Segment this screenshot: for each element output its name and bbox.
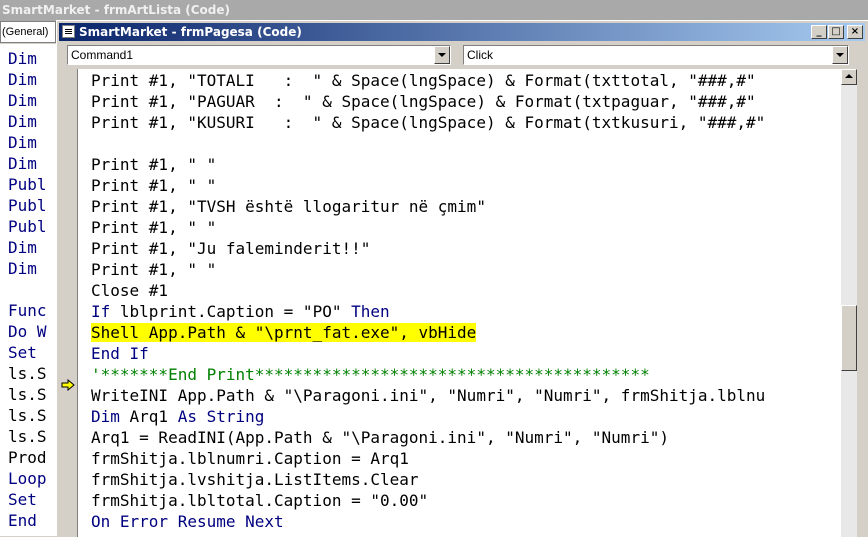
background-code-line: Dim bbox=[8, 70, 37, 89]
background-code-line: Do W bbox=[8, 322, 47, 341]
code-line[interactable]: Print #1, " " bbox=[91, 154, 216, 175]
background-code-line: ls.S bbox=[8, 427, 47, 446]
execution-arrow-icon bbox=[61, 379, 75, 391]
background-code-line: Prod bbox=[8, 448, 47, 467]
procedure-combo[interactable]: Click bbox=[463, 45, 849, 65]
code-text: Print #1, " " bbox=[91, 155, 217, 174]
code-line[interactable]: If lblprint.Caption = "PO" Then bbox=[91, 301, 390, 322]
code-line[interactable]: On Error Resume Next bbox=[91, 511, 284, 532]
code-text: Print #1, " " bbox=[91, 260, 217, 279]
scrollbar-thumb[interactable] bbox=[841, 305, 857, 371]
window-title: SmartMarket - frmPagesa (Code) bbox=[79, 25, 302, 39]
background-code-line: Loop bbox=[8, 469, 47, 488]
minimize-button[interactable]: _ bbox=[811, 25, 827, 39]
background-code-line: Func bbox=[8, 301, 47, 320]
code-text: frmShitja.lvshitja.ListItems.Clear bbox=[91, 470, 419, 489]
code-text: frmShitja.lbltotal.Caption = "0.00" bbox=[91, 491, 429, 510]
vertical-scrollbar[interactable] bbox=[841, 69, 857, 537]
code-text: lblprint.Caption = "PO" bbox=[119, 302, 352, 321]
code-line[interactable]: frmShitja.lvshitja.ListItems.Clear bbox=[91, 469, 419, 490]
code-line[interactable]: Print #1, " " bbox=[91, 259, 216, 280]
code-text: frmShitja.lblnumri.Caption = Arq1 bbox=[91, 449, 409, 468]
background-code-line: ls.S bbox=[8, 385, 47, 404]
code-text: Close #1 bbox=[91, 281, 169, 300]
code-text: Print #1, "TVSH është llogaritur në çmim… bbox=[91, 197, 486, 216]
chevron-down-icon[interactable] bbox=[832, 46, 848, 64]
background-code-line: Set bbox=[8, 343, 37, 362]
window-border bbox=[857, 69, 868, 537]
code-line[interactable]: Print #1, " " bbox=[91, 175, 216, 196]
code-line[interactable]: Print #1, "Ju faleminderit!!" bbox=[91, 238, 370, 259]
code-text: Arq1 = ReadINI(App.Path & "\Paragoni.ini… bbox=[91, 428, 669, 447]
background-code-line: Dim bbox=[8, 238, 37, 257]
code-text: Arq1 bbox=[129, 407, 178, 426]
margin-indicator-bar[interactable] bbox=[57, 69, 78, 537]
code-text: Print #1, "PAGUAR : " & Space(lngSpace) … bbox=[91, 92, 756, 111]
object-combo[interactable]: Command1 bbox=[67, 45, 451, 65]
code-line[interactable]: Close #1 bbox=[91, 280, 168, 301]
background-code-line: Set bbox=[8, 490, 37, 509]
background-code-line: Dim bbox=[8, 259, 37, 278]
background-code-line: Publ bbox=[8, 196, 47, 215]
code-comment: '*******End Print***********************… bbox=[91, 365, 650, 384]
code-line[interactable]: WriteINI App.Path & "\Paragoni.ini", "Nu… bbox=[91, 385, 765, 406]
background-code-line: Dim bbox=[8, 91, 37, 110]
code-text: Print #1, " " bbox=[91, 176, 217, 195]
code-line[interactable]: Print #1, "TVSH është llogaritur në çmim… bbox=[91, 196, 486, 217]
background-object-combo-text: (General) bbox=[2, 26, 49, 38]
code-text: Print #1, "Ju faleminderit!!" bbox=[91, 239, 371, 258]
background-code-line: ls.S bbox=[8, 364, 47, 383]
code-window-icon bbox=[62, 25, 75, 38]
code-line[interactable]: Print #1, "KUSURI : " & Space(lngSpace) … bbox=[91, 112, 765, 133]
background-code-line: Dim bbox=[8, 49, 37, 68]
code-text: WriteINI App.Path & "\Paragoni.ini", "Nu… bbox=[91, 386, 766, 405]
code-line[interactable]: Shell App.Path & "\prnt_fat.exe", vbHide bbox=[91, 322, 477, 343]
scroll-up-button[interactable] bbox=[841, 69, 857, 85]
background-code-line: ls.S bbox=[8, 406, 47, 425]
code-line[interactable]: frmShitja.lblnumri.Caption = Arq1 bbox=[91, 448, 409, 469]
code-keyword: Then bbox=[351, 302, 390, 321]
code-text: Print #1, " " bbox=[91, 218, 217, 237]
code-text: Print #1, "TOTALI : " & Space(lngSpace) … bbox=[91, 71, 756, 90]
code-editor[interactable]: Print #1, "TOTALI : " & Space(lngSpace) … bbox=[57, 69, 841, 537]
code-keyword: Dim bbox=[91, 407, 130, 426]
background-window-title-text: SmartMarket - frmArtLista (Code) bbox=[2, 3, 230, 17]
code-line[interactable]: End If bbox=[91, 343, 149, 364]
window-title-bar[interactable]: SmartMarket - frmPagesa (Code) _ □ × bbox=[59, 23, 865, 41]
background-code-line: Dim bbox=[8, 154, 37, 173]
close-button[interactable]: × bbox=[847, 25, 863, 39]
code-keyword: As String bbox=[177, 407, 265, 426]
object-combo-value: Command1 bbox=[71, 48, 134, 62]
code-line[interactable]: frmShitja.lbltotal.Caption = "0.00" bbox=[91, 490, 428, 511]
background-code-line: End bbox=[8, 511, 37, 530]
code-text: Print #1, "KUSURI : " & Space(lngSpace) … bbox=[91, 113, 766, 132]
background-window-title[interactable]: SmartMarket - frmArtLista (Code) bbox=[0, 0, 868, 21]
code-line[interactable]: Print #1, "TOTALI : " & Space(lngSpace) … bbox=[91, 70, 756, 91]
code-line[interactable]: Arq1 = ReadINI(App.Path & "\Paragoni.ini… bbox=[91, 427, 669, 448]
background-code-line: Dim bbox=[8, 133, 37, 152]
code-keyword: On Error Resume Next bbox=[91, 512, 284, 531]
code-line[interactable]: Print #1, " " bbox=[91, 217, 216, 238]
procedure-combo-value: Click bbox=[467, 48, 493, 62]
highlighted-statement: Shell App.Path & "\prnt_fat.exe", vbHide bbox=[91, 323, 477, 342]
maximize-button[interactable]: □ bbox=[828, 25, 844, 39]
background-code-pane[interactable]: Dim Dim Dim Dim Dim Dim Publ Publ Publ Dim Dim Func… bbox=[0, 44, 56, 536]
code-line[interactable]: Dim Arq1 As String bbox=[91, 406, 264, 427]
code-line[interactable]: '*******End Print***********************… bbox=[91, 364, 650, 385]
background-code-line: Publ bbox=[8, 217, 47, 236]
code-window: SmartMarket - frmPagesa (Code) _ □ × Com… bbox=[56, 20, 868, 537]
code-line[interactable]: Print #1, "PAGUAR : " & Space(lngSpace) … bbox=[91, 91, 756, 112]
background-code-line: Dim bbox=[8, 112, 37, 131]
code-keyword: End If bbox=[91, 344, 149, 363]
background-object-combo[interactable]: (General) bbox=[0, 21, 56, 43]
code-keyword: If bbox=[91, 302, 120, 321]
chevron-down-icon[interactable] bbox=[434, 46, 450, 64]
background-code-line: Publ bbox=[8, 175, 47, 194]
